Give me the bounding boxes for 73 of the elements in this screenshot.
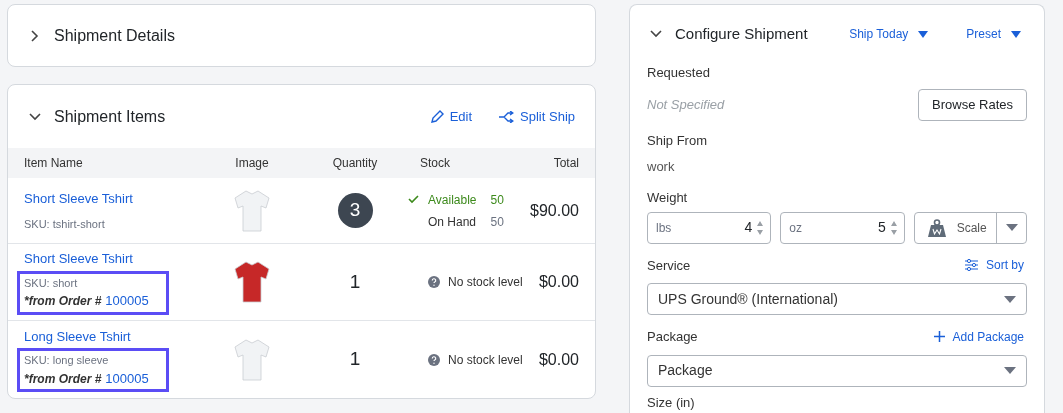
service-select[interactable]: UPS Ground® (International) — [647, 283, 1027, 315]
quantity-badge: 3 — [337, 193, 373, 228]
field-label: Size (in) — [647, 393, 696, 412]
on-hand-count: 50 — [489, 213, 504, 231]
on-hand-label: On Hand — [428, 213, 477, 231]
column-header: Total — [552, 155, 579, 172]
check-icon — [408, 195, 419, 204]
caret-down-icon — [918, 30, 929, 38]
column-header: Image — [234, 155, 270, 172]
column-header: Quantity — [331, 155, 379, 172]
section-title: Configure Shipment — [675, 23, 809, 44]
item-name-link[interactable]: Long Sleeve Tshirt — [24, 326, 202, 347]
chevron-down-icon[interactable] — [29, 112, 41, 121]
dropdown-menu-button[interactable]: Preset — [966, 25, 1021, 43]
edit-button[interactable]: Edit — [429, 106, 473, 127]
requested-value: Not Specified — [647, 95, 725, 114]
sku-text: SKU: long sleeve — [24, 353, 110, 369]
stock-status-text: No stock level — [448, 274, 523, 291]
total-text: $0.00 — [537, 272, 579, 292]
field-label: Ship From — [647, 132, 708, 150]
dropdown-menu-button[interactable]: Ship Today — [849, 25, 929, 43]
sku-text: SKU: tshirt-short — [24, 217, 106, 232]
item-name-link[interactable]: Short Sleeve Tshirt — [24, 188, 202, 208]
order-number-link[interactable]: 100005 — [105, 291, 149, 311]
number-value: 5 — [877, 218, 886, 237]
available-count: 50 — [489, 191, 504, 209]
total-text: $90.00 — [529, 200, 579, 221]
add-package-button[interactable]: Add Package — [933, 327, 1024, 346]
column-header: Stock — [419, 155, 451, 172]
scale-label: Scale — [956, 219, 987, 237]
weight-icon — [926, 218, 947, 237]
question-icon — [428, 276, 440, 288]
browse-rates-button[interactable]: Browse Rates — [918, 89, 1027, 121]
stock-status-text: No stock level — [448, 351, 523, 369]
ship-from-value: work — [647, 157, 676, 176]
chevron-right-icon[interactable] — [31, 29, 39, 42]
field-label: Requested — [647, 64, 711, 82]
section-title: Shipment Details — [54, 25, 175, 46]
sku-text: SKU: short — [24, 275, 79, 291]
number-field[interactable]: lbs 4 — [647, 211, 772, 244]
order-number-link[interactable]: 100005 — [105, 368, 149, 389]
from-order-label: *from Order # — [24, 293, 102, 311]
pencil-icon — [429, 109, 444, 124]
total-text: $0.00 — [537, 349, 579, 370]
field-label: Service — [647, 256, 691, 275]
question-icon — [428, 353, 440, 366]
section-title: Shipment Items — [54, 106, 167, 127]
caret-down-icon — [1004, 295, 1016, 303]
caret-down-icon — [1005, 224, 1018, 231]
sliders-icon — [965, 259, 978, 272]
plus-icon — [933, 331, 945, 343]
column-header: Item Name — [24, 155, 84, 172]
package-select[interactable]: Package — [647, 354, 1027, 387]
spinner-arrows-icon[interactable] — [756, 219, 765, 236]
number-value: 4 — [744, 218, 753, 237]
item-name-link[interactable]: Short Sleeve Tshirt — [24, 249, 202, 269]
caret-down-icon — [1011, 30, 1021, 38]
field-label: Package — [647, 328, 698, 346]
sort-by-button[interactable]: Sort by — [965, 256, 1024, 275]
quantity-text: 1 — [349, 269, 361, 294]
scale-split-button[interactable]: Scale — [913, 211, 1027, 244]
unit-label: lbs — [656, 219, 673, 237]
unit-label: oz — [789, 219, 804, 237]
chevron-down-icon[interactable] — [650, 30, 662, 38]
number-field[interactable]: oz 5 — [780, 211, 905, 244]
spinner-arrows-icon[interactable] — [889, 219, 898, 236]
quantity-text: 1 — [349, 347, 361, 372]
field-label: Weight — [647, 189, 689, 207]
split-ship-button[interactable]: Split Ship — [498, 106, 575, 127]
available-label: Available — [428, 191, 477, 209]
caret-down-icon — [1004, 367, 1016, 374]
from-order-label: *from Order # — [24, 370, 102, 388]
split-arrows-icon — [498, 110, 515, 123]
